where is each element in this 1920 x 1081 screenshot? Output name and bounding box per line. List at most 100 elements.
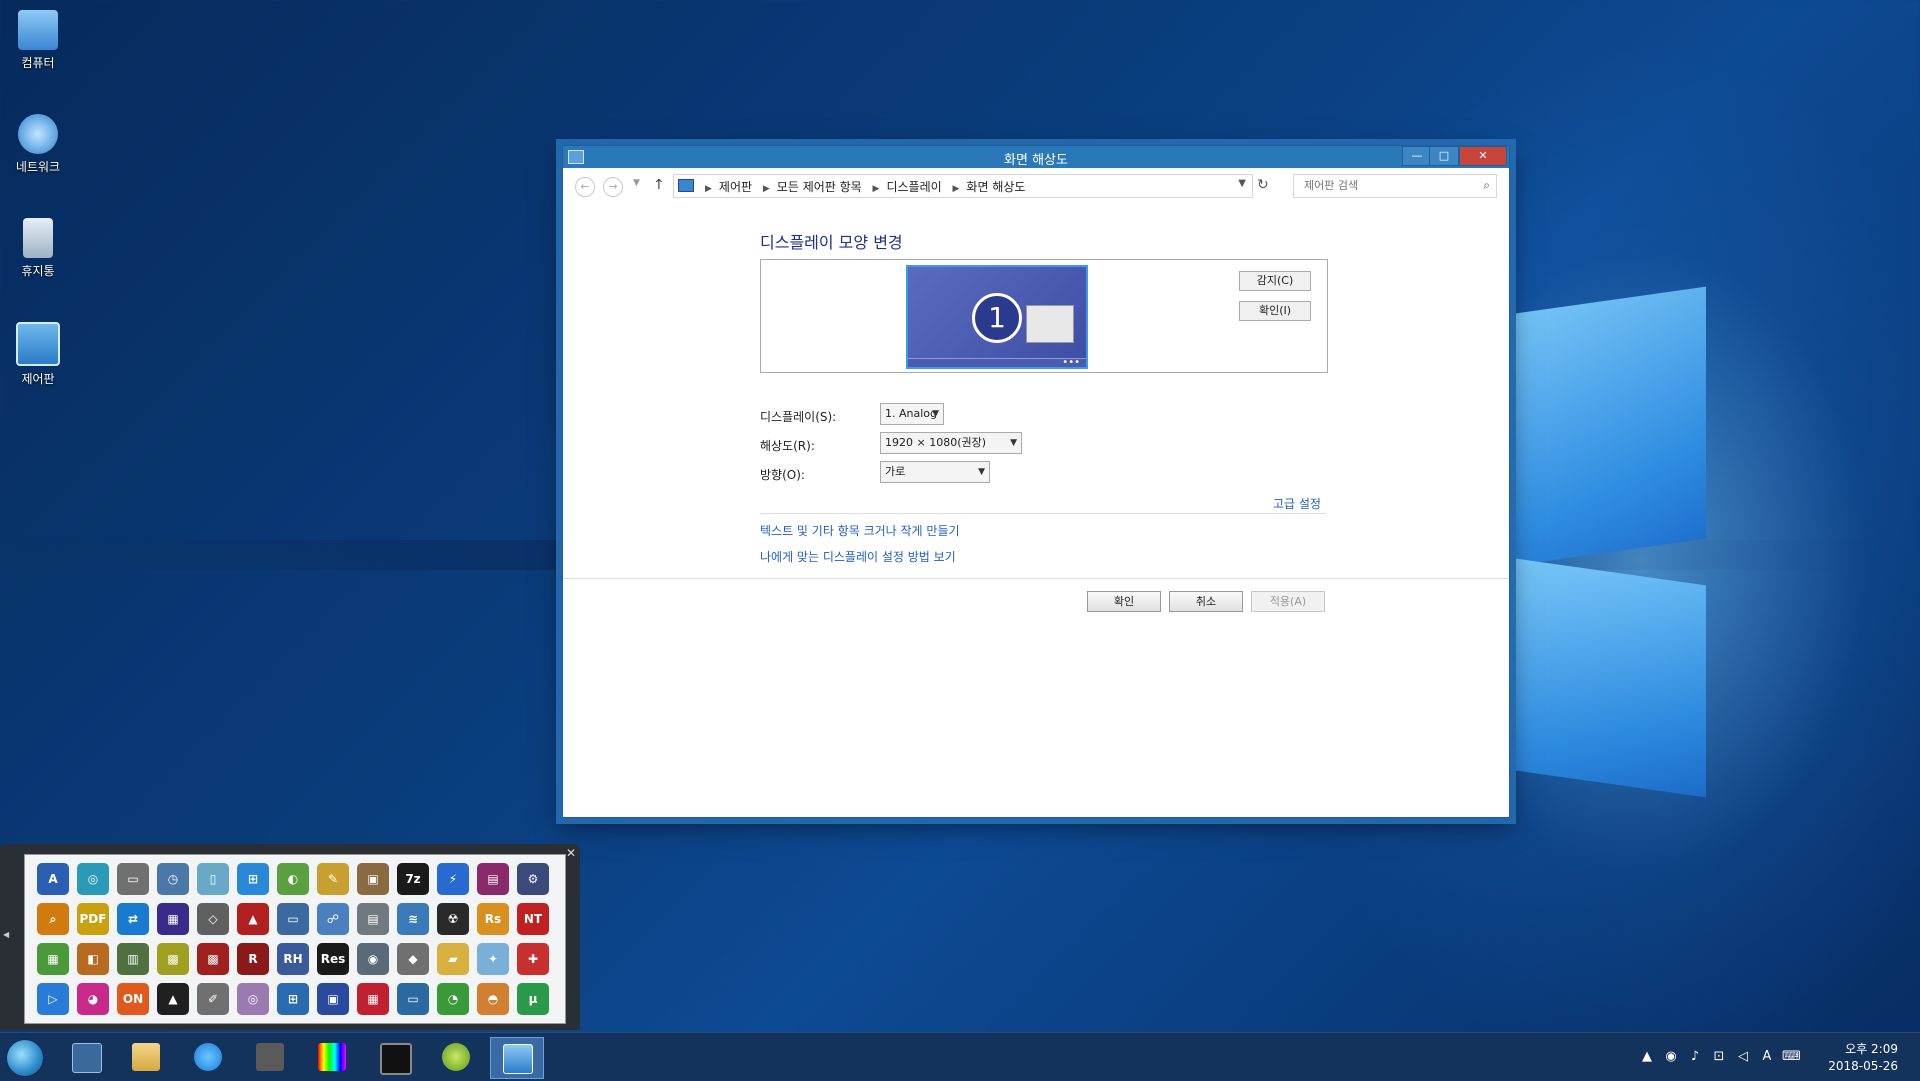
scanner-icon[interactable]: ▤ [357,903,389,935]
triangle-icon[interactable]: ▲ [157,983,189,1015]
puzzle-icon[interactable]: ▩ [157,943,189,975]
sync-icon[interactable]: ◎ [77,863,109,895]
cancel-button[interactable]: 취소 [1169,591,1243,612]
taskbar-file-explorer[interactable] [120,1037,172,1077]
back-button[interactable]: ← [575,177,595,197]
desktop-icon-computer[interactable]: 컴퓨터 [8,10,68,71]
close-button[interactable]: ✕ [1459,146,1507,166]
drive-icon[interactable]: ▭ [117,863,149,895]
memory-icon[interactable]: ▥ [117,943,149,975]
window-icon[interactable]: ▭ [397,983,429,1015]
monitor-1-preview[interactable]: 1 ••• [906,265,1088,369]
tray-show-hidden-icon[interactable]: ▲ [1638,1049,1656,1065]
7zip-icon[interactable]: 7z [397,863,429,895]
play-icon[interactable]: ▷ [37,983,69,1015]
address-bar[interactable]: ▶ 제어판 ▶ 모든 제어판 항목 ▶ 디스플레이 ▶ 화면 해상도 ▼ [673,174,1253,198]
text-size-link[interactable]: 텍스트 및 기타 항목 크거나 작게 만들기 [760,522,960,539]
close-icon[interactable]: ✕ [566,846,576,860]
eraser-icon[interactable]: ◆ [397,943,429,975]
desktop-icon-control-panel[interactable]: 제어판 [8,322,68,387]
paint-icon[interactable]: ◐ [277,863,309,895]
orientation-select[interactable]: 가로 ▼ [880,461,990,483]
disk-icon[interactable]: ◇ [197,903,229,935]
start-button[interactable] [6,1039,44,1077]
folder-icon[interactable]: ▰ [437,943,469,975]
bolt-icon[interactable]: ⚡ [437,863,469,895]
taskbar-task-view[interactable] [60,1037,112,1077]
minimize-button[interactable]: — [1402,146,1432,166]
refresh-icon[interactable]: ↻ [1257,177,1269,193]
search-icon[interactable]: ⌕ [37,903,69,935]
fish-icon[interactable]: ≋ [397,903,429,935]
cake-icon[interactable]: ◓ [477,983,509,1015]
usb-icon[interactable]: ▯ [197,863,229,895]
computer-icon[interactable]: ▭ [277,903,309,935]
radiation-icon[interactable]: ☢ [437,903,469,935]
resolution-select[interactable]: 1920 × 1080(권장) ▼ [880,432,1022,454]
archive-icon[interactable]: ▤ [477,863,509,895]
cpu-icon[interactable]: ▦ [357,983,389,1015]
color-wheel-icon[interactable]: ◕ [77,983,109,1015]
taskbar-internet-explorer[interactable] [182,1037,234,1077]
desktop-icon-network[interactable]: 네트워크 [8,114,68,175]
network-icon[interactable]: ☍ [317,903,349,935]
search-box[interactable]: ⌕ [1293,174,1497,198]
nt-icon[interactable]: NT [517,903,549,935]
torrent-icon[interactable]: μ [517,983,549,1015]
maximize-button[interactable]: □ [1429,146,1459,166]
breadcrumb-display[interactable]: 디스플레이 [886,180,941,194]
taskbar-app[interactable] [244,1037,296,1077]
display-select[interactable]: 1. Analog ▼ [880,403,944,425]
identify-button[interactable]: 확인(I) [1239,301,1311,321]
search-input[interactable] [1302,178,1476,193]
hdd-icon[interactable]: ◉ [357,943,389,975]
on-icon[interactable]: ON [117,983,149,1015]
ok-button[interactable]: 확인 [1087,591,1161,612]
collapse-arrow-icon[interactable]: ◀ [3,930,9,939]
taskbar-display[interactable] [368,1037,420,1077]
clock[interactable]: 오후 2:09 2018-05-26 [1828,1041,1898,1075]
breadcrumb-control-panel[interactable]: 제어판 [719,180,752,194]
settings-icon[interactable]: ⚙ [517,863,549,895]
which-settings-link[interactable]: 나에게 맞는 디스플레이 설정 방법 보기 [760,548,956,565]
backup-icon[interactable]: ◷ [157,863,189,895]
breadcrumb-screen-resolution[interactable]: 화면 해상도 [966,180,1025,194]
blocks-icon[interactable]: ▩ [197,943,229,975]
car-icon[interactable]: ▲ [237,903,269,935]
search-icon[interactable]: ⌕ [1483,178,1490,193]
windows-icon[interactable]: ⊞ [237,863,269,895]
floppy-icon[interactable]: ▣ [317,983,349,1015]
breadcrumb-all-items[interactable]: 모든 제어판 항목 [777,180,862,194]
rs-icon[interactable]: Rs [477,903,509,935]
apply-button[interactable]: 적용(A) [1251,591,1325,612]
cd-icon[interactable]: ◎ [237,983,269,1015]
rh-icon[interactable]: RH [277,943,309,975]
network-icon[interactable]: ⊡ [1710,1049,1728,1065]
res-icon[interactable]: Res [317,943,349,975]
tray-app-icon[interactable]: ◉ [1662,1049,1680,1065]
recent-locations-dropdown[interactable]: ▼ [633,178,640,188]
input-language-icon[interactable]: A [1758,1049,1776,1065]
taskbar-control-panel[interactable] [490,1037,544,1079]
pie-icon[interactable]: ◔ [437,983,469,1015]
cubes-icon[interactable]: ▦ [37,943,69,975]
text-editor-icon[interactable]: A [37,863,69,895]
pen-icon[interactable]: ✐ [197,983,229,1015]
star-icon[interactable]: ✦ [477,943,509,975]
keyboard-icon[interactable]: ⌨ [1782,1049,1801,1065]
taskbar-app-green[interactable] [430,1037,482,1077]
teamviewer-icon[interactable]: ⇄ [117,903,149,935]
net-share-icon[interactable]: ⊞ [277,983,309,1015]
up-one-level-button[interactable]: ↑ [653,177,665,193]
first-aid-icon[interactable]: ✚ [517,943,549,975]
chevron-down-icon[interactable]: ▼ [1238,178,1246,189]
advanced-settings-link[interactable]: 고급 설정 [1273,495,1321,512]
detect-button[interactable]: 감지(C) [1239,271,1311,291]
volume-icon[interactable]: ◁ [1734,1049,1752,1065]
pdf-icon[interactable]: PDF [77,903,109,935]
taskbar-monitor-test[interactable] [306,1037,358,1077]
tools-icon[interactable]: ✎ [317,863,349,895]
desktop-icon-recycle-bin[interactable]: 휴지통 [8,218,68,279]
box-icon[interactable]: ◧ [77,943,109,975]
r-icon[interactable]: R [237,943,269,975]
